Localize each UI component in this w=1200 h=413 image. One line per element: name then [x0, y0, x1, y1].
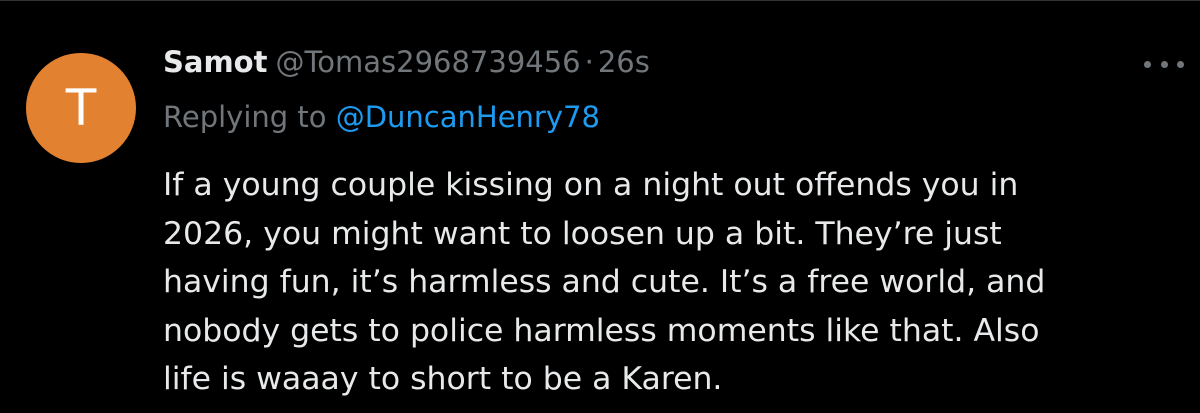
tweet-header: Samot @Tomas2968739456 · 26s: [163, 45, 650, 85]
more-dot: [1177, 60, 1184, 68]
tweet-text-line: If a young couple kissing on a night out…: [163, 167, 1019, 203]
tweet-text: If a young couple kissing on a night out…: [163, 161, 1173, 404]
more-horizontal-icon[interactable]: [1144, 49, 1184, 79]
reply-mention-link[interactable]: @DuncanHenry78: [336, 100, 600, 134]
header-separator: ·: [584, 45, 594, 79]
avatar[interactable]: T: [26, 53, 136, 163]
display-name[interactable]: Samot: [163, 45, 267, 79]
tweet[interactable]: T Samot @Tomas2968739456 · 26s Replying …: [0, 0, 1200, 413]
tweet-text-line: 2026, you might want to loosen up a bit.…: [163, 215, 1002, 252]
more-dot: [1144, 60, 1151, 68]
replying-to: Replying to @DuncanHenry78: [163, 100, 600, 134]
more-dot: [1160, 60, 1168, 68]
timestamp[interactable]: 26s: [598, 45, 650, 79]
user-handle[interactable]: @Tomas2968739456: [275, 45, 580, 79]
tweet-text-line: nobody gets to police harmless moments l…: [163, 312, 1040, 349]
tweet-text-line: life is waaay to short to be a Karen.: [163, 361, 723, 397]
tweet-text-line: having fun, it’s harmless and cute. It’s…: [163, 264, 1046, 300]
avatar-letter: T: [65, 79, 97, 137]
replying-to-label: Replying to: [163, 100, 327, 134]
